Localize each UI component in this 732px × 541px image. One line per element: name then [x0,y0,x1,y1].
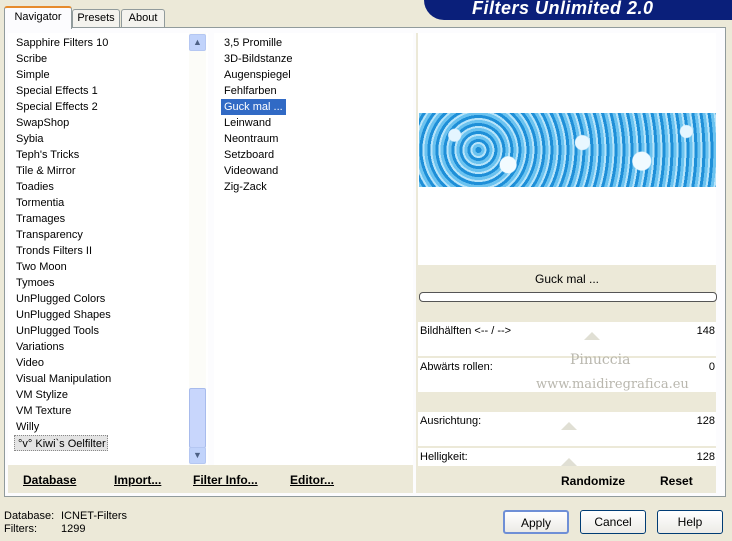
category-item[interactable]: Variations [16,339,64,355]
watermark-name: Pinuccia [570,352,631,368]
category-item[interactable]: °v° Kiwi`s Oelfilter [14,435,108,451]
scroll-thumb[interactable] [189,388,206,448]
param-value-4: 128 [696,451,715,463]
category-item[interactable]: Willy [16,419,39,435]
status-database-value: ICNET-Filters [61,510,127,522]
category-item[interactable]: Sybia [16,131,44,147]
status-filters-label: Filters: [4,523,37,535]
category-item[interactable]: VM Texture [16,403,71,419]
cancel-button[interactable]: Cancel [580,510,646,534]
filter-info-link[interactable]: Filter Info... [193,473,258,487]
category-item[interactable]: Tormentia [16,195,64,211]
tab-presets[interactable]: Presets [72,9,120,27]
param-value-3: 128 [696,415,715,427]
param-value-1: 148 [696,325,715,337]
category-item[interactable]: UnPlugged Shapes [16,307,111,323]
category-item[interactable]: Visual Manipulation [16,371,111,387]
param-slider-row-3 [418,430,716,446]
scroll-up-button[interactable]: ▲ [189,34,206,51]
filter-item[interactable]: Leinwand [224,115,271,131]
tab-about[interactable]: About [121,9,165,27]
category-item[interactable]: Two Moon [16,259,67,275]
param-label-2: Abwärts rollen: [420,361,493,373]
filter-item[interactable]: Neontraum [224,131,278,147]
filter-item[interactable]: Fehlfarben [224,83,277,99]
tab-navigator[interactable]: Navigator [4,6,72,29]
watermark-url: www.maidiregrafica.eu [536,377,689,392]
param-slider-3[interactable] [561,422,577,430]
filter-list[interactable]: 3,5 Promille 3D-Bildstanze Augenspiegel Feh… [214,33,413,465]
category-item[interactable]: Video [16,355,44,371]
category-item[interactable]: Tramages [16,211,65,227]
randomize-link[interactable]: Randomize [561,474,625,488]
category-item[interactable]: Special Effects 2 [16,99,98,115]
import-link[interactable]: Import... [114,473,161,487]
category-item[interactable]: Scribe [16,51,47,67]
current-filter-name: Guck mal ... [418,268,716,290]
filter-item[interactable]: 3D-Bildstanze [224,51,292,67]
category-item[interactable]: Toadies [16,179,54,195]
filter-item[interactable]: Guck mal ... [221,99,286,115]
param-slider-row-1b [418,340,716,356]
param-label-1: Bildhälften <-- / --> [420,325,512,337]
database-link[interactable]: Database [23,473,76,487]
category-list[interactable]: Sapphire Filters 10 Scribe Simple Special E… [8,33,208,465]
apply-button[interactable]: Apply [503,510,569,534]
filter-item[interactable]: Augenspiegel [224,67,291,83]
scroll-down-button[interactable]: ▼ [189,447,206,464]
category-item[interactable]: VM Stylize [16,387,68,403]
category-item[interactable]: SwapShop [16,115,69,131]
status-filters-value: 1299 [61,523,86,535]
progress-bar [419,292,717,302]
category-item[interactable]: Transparency [16,227,83,243]
category-item[interactable]: UnPlugged Colors [16,291,105,307]
category-item[interactable]: Simple [16,67,50,83]
filter-item[interactable]: 3,5 Promille [224,35,282,51]
param-slider-1[interactable] [584,332,600,340]
category-item[interactable]: Tile & Mirror [16,163,75,179]
category-item[interactable]: Tymoes [16,275,55,291]
param-label-3: Ausrichtung: [420,415,482,427]
param-label-4: Helligkeit: [420,451,468,463]
status-database-label: Database: [4,510,55,522]
filter-item[interactable]: Setzboard [224,147,274,163]
preview-image [419,113,716,187]
category-scrollbar[interactable]: ▲ ▼ [189,33,206,465]
help-button[interactable]: Help [657,510,723,534]
param-slider-4[interactable] [561,458,577,466]
filter-item[interactable]: Zig-Zack [224,179,267,195]
app-title: Filters Unlimited 2.0 [472,0,654,18]
param-value-2: 0 [708,361,715,373]
editor-link[interactable]: Editor... [290,473,334,487]
category-item[interactable]: Sapphire Filters 10 [16,35,108,51]
category-item[interactable]: Tronds Filters II [16,243,92,259]
category-item[interactable]: Teph's Tricks [16,147,79,163]
category-item[interactable]: Special Effects 1 [16,83,98,99]
reset-link[interactable]: Reset [660,474,693,488]
category-item[interactable]: UnPlugged Tools [16,323,99,339]
filter-item[interactable]: Videowand [224,163,278,179]
